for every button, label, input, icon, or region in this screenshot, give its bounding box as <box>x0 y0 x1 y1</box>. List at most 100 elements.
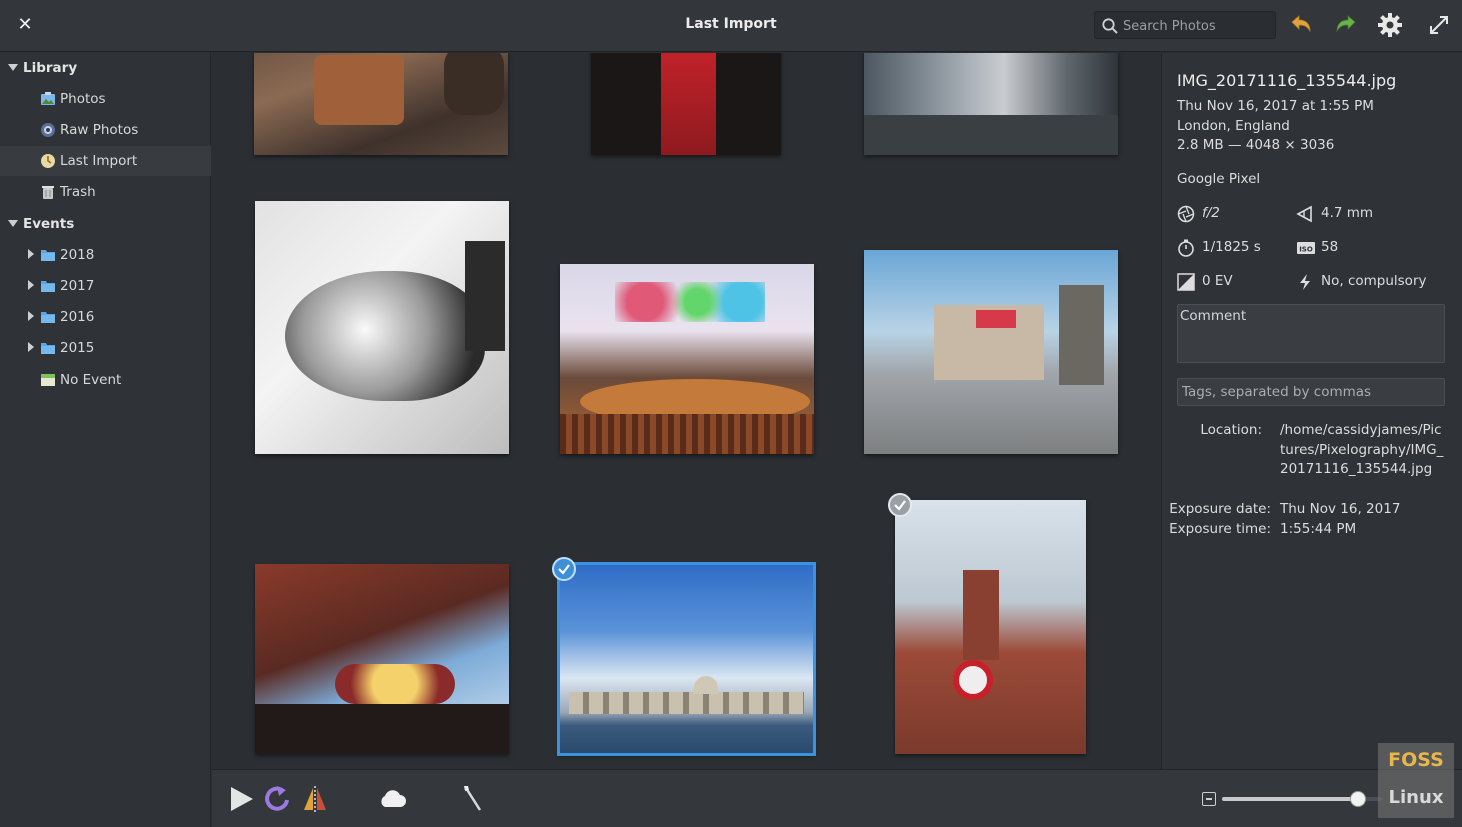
sidebar-item-no-event[interactable]: No Event <box>0 365 211 395</box>
skyline-shape <box>569 692 804 714</box>
search-icon <box>1102 18 1118 34</box>
sidebar-section-events[interactable]: Events <box>0 209 211 239</box>
photo-place: London, England <box>1177 118 1290 134</box>
selected-check-icon[interactable] <box>552 557 576 581</box>
iso-icon: ISO <box>1297 242 1315 254</box>
clock-tower-shape <box>963 570 999 660</box>
enhance-wand-icon[interactable] <box>458 784 488 814</box>
sidebar-item-2017[interactable]: 2017 <box>0 271 211 301</box>
street-shape <box>864 115 1118 155</box>
station-tower-photo[interactable] <box>895 500 1086 754</box>
chevron-down-icon[interactable] <box>8 64 18 71</box>
rotate-icon[interactable] <box>262 784 292 814</box>
unchecked-check-icon[interactable] <box>888 493 912 517</box>
chevron-right-icon[interactable] <box>28 280 34 290</box>
frame-shape <box>465 241 505 351</box>
photo-size: 2.8 MB — 4048 × 3036 <box>1177 137 1335 153</box>
entrance-shape <box>255 704 509 754</box>
flip-icon[interactable] <box>300 784 330 814</box>
location-value: /home/cassidyjames/Pictures/Pixelography… <box>1280 422 1444 478</box>
header-bar: ✕ Last Import <box>0 0 1462 52</box>
sidebar-item-last-import[interactable]: Last Import <box>0 146 211 176</box>
chevron-right-icon[interactable] <box>28 249 34 259</box>
river-skyline-photo[interactable] <box>557 562 816 756</box>
marquee-shape <box>335 664 455 704</box>
roundel-shape <box>953 660 993 700</box>
street-storefront-photo[interactable] <box>864 53 1118 155</box>
zoom-slider[interactable] <box>1222 791 1382 807</box>
photo-grid <box>212 53 1161 769</box>
last-import-icon <box>41 154 55 168</box>
flash-icon <box>1300 274 1310 290</box>
photos-icon <box>41 92 55 105</box>
exposure-time-value: 1:55:44 PM <box>1280 521 1357 537</box>
exposure-icon <box>1177 273 1195 291</box>
sidebar: Library Photos Raw Photos Last Import Tr… <box>0 52 211 827</box>
scarf-shape <box>661 53 716 155</box>
raw-photos-icon <box>41 123 55 137</box>
svg-text:ISO: ISO <box>1299 246 1313 254</box>
city-square-photo[interactable] <box>864 250 1118 454</box>
flash-row: No, compulsory <box>1296 271 1446 293</box>
sidebar-item-photos[interactable]: Photos <box>0 84 211 114</box>
sidebar-item-2015[interactable]: 2015 <box>0 333 211 363</box>
camera-model: Google Pixel <box>1177 171 1261 187</box>
chevron-right-icon[interactable] <box>28 311 34 321</box>
sidebar-item-trash[interactable]: Trash <box>0 177 211 207</box>
zoom-out-button[interactable] <box>1202 792 1216 806</box>
exposure-time-label: Exposure time: <box>1169 521 1271 537</box>
billboard-shape <box>976 310 1016 328</box>
bottom-toolbar <box>212 769 1462 827</box>
chevron-down-icon[interactable] <box>8 220 18 227</box>
stage-lights-shape <box>615 282 765 322</box>
redo-icon[interactable] <box>1333 12 1359 38</box>
folder-icon <box>41 281 55 292</box>
comment-field[interactable] <box>1177 304 1445 363</box>
cloud-upload-icon[interactable] <box>377 784 407 814</box>
sidebar-section-library[interactable]: Library <box>0 53 211 83</box>
chevron-right-icon[interactable] <box>28 342 34 352</box>
no-event-icon <box>41 374 55 386</box>
shutter-row: 1/1825 s <box>1177 237 1287 259</box>
dome-shape <box>694 676 718 694</box>
iso-row: ISO 58 <box>1296 237 1436 259</box>
search-box[interactable] <box>1094 11 1276 39</box>
stopwatch-icon <box>1178 239 1194 257</box>
barrel-chair-shape <box>314 55 404 125</box>
fosslinux-watermark: FOSS Linux <box>1378 743 1454 818</box>
photo-datetime: Thu Nov 16, 2017 at 1:55 PM <box>1177 98 1374 114</box>
file-name: IMG_20171116_135544.jpg <box>1177 71 1397 90</box>
exposure-date-value: Thu Nov 16, 2017 <box>1280 501 1401 517</box>
exposure-bias-row: 0 EV <box>1177 271 1287 293</box>
sidebar-item-2018[interactable]: 2018 <box>0 240 211 270</box>
exposure-date-label: Exposure date: <box>1169 501 1271 517</box>
sleeping-cat-photo[interactable] <box>255 201 509 454</box>
focal-length-row: 4.7 mm <box>1296 203 1436 225</box>
cat-shape <box>285 271 485 401</box>
red-scarf-photo[interactable] <box>591 53 781 155</box>
zoom-slider-fill <box>1222 797 1358 801</box>
barrel-chair-photo[interactable] <box>254 53 508 155</box>
folder-icon <box>41 312 55 323</box>
search-input[interactable] <box>1123 15 1271 37</box>
focal-length-icon <box>1296 205 1312 223</box>
trash-icon <box>42 186 54 199</box>
tower-shape <box>1059 285 1104 385</box>
play-slideshow-icon[interactable] <box>226 784 256 814</box>
church-stage-photo[interactable] <box>560 264 814 454</box>
railing-shape <box>560 414 814 454</box>
aperture-row: f/2 <box>1177 203 1287 225</box>
tags-input[interactable] <box>1177 378 1445 406</box>
theatre-building-photo[interactable] <box>255 564 509 754</box>
folder-icon <box>41 343 55 354</box>
info-panel: IMG_20171116_135544.jpg Thu Nov 16, 2017… <box>1161 53 1462 769</box>
undo-icon[interactable] <box>1288 12 1314 38</box>
aperture-icon <box>1177 205 1195 223</box>
gear-icon[interactable] <box>1377 12 1403 38</box>
location-label: Location: <box>1200 422 1262 438</box>
sidebar-item-2016[interactable]: 2016 <box>0 302 211 332</box>
zoom-slider-thumb[interactable] <box>1350 791 1366 807</box>
sidebar-item-raw-photos[interactable]: Raw Photos <box>0 115 211 145</box>
barrel-shape <box>444 53 504 115</box>
fullscreen-icon[interactable] <box>1426 12 1452 38</box>
